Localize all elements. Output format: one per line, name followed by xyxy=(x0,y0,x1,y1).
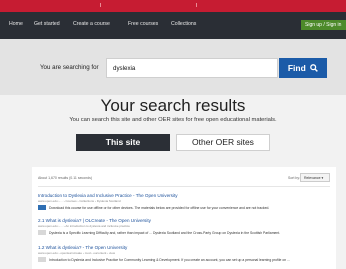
search-icon xyxy=(310,64,319,72)
nav-item-collections[interactable]: Collections xyxy=(171,21,196,27)
sort-select-value: Relevance xyxy=(304,176,321,180)
signup-button[interactable]: Sign up / Sign in xyxy=(301,20,346,30)
find-button[interactable]: Find xyxy=(279,58,327,78)
top-nav: Home Get started Create a course Free co… xyxy=(0,12,346,39)
result-thumbnail xyxy=(38,257,46,262)
result-description: Dyslexia is a Specific Learning Difficul… xyxy=(49,230,281,235)
result-thumbnail xyxy=(38,230,46,235)
header-mark xyxy=(100,3,101,7)
page-title: Your search results xyxy=(100,96,246,115)
result-item: 2.1 What is dyslexia? | OLCreate - The O… xyxy=(38,218,330,235)
download-icon xyxy=(38,205,46,210)
sort-label: Sort by: xyxy=(288,176,301,180)
find-button-label: Find xyxy=(287,63,306,73)
result-description: Introduction to Dyslexia and Inclusive P… xyxy=(49,257,290,262)
divider xyxy=(38,186,330,187)
result-url: www.open.edu › ... › Courses › Collectio… xyxy=(38,199,121,203)
header-mark xyxy=(196,3,197,7)
result-url: www.open.edu › ... › An introduction to … xyxy=(38,224,130,228)
result-item: Introduction to Dyslexia and Inclusive P… xyxy=(38,193,330,210)
search-label: You are searching for xyxy=(40,64,99,71)
result-item: 1.2 What is dyslexia? - The Open Univers… xyxy=(38,245,330,262)
sort-select[interactable]: Relevance ▾ xyxy=(300,173,330,182)
search-input[interactable] xyxy=(106,58,278,78)
nav-item-get-started[interactable]: Get started xyxy=(34,21,60,27)
result-title-link[interactable]: 2.1 What is dyslexia? | OLCreate - The O… xyxy=(38,218,330,223)
result-description: Download this course for use offline or … xyxy=(49,205,270,210)
result-title-link[interactable]: Introduction to Dyslexia and Inclusive P… xyxy=(38,193,330,198)
page-subtitle: You can search this site and other OER s… xyxy=(69,117,277,123)
result-title-link[interactable]: 1.2 What is dyslexia? - The Open Univers… xyxy=(38,245,330,250)
results-count: About 1,670 results (0.11 seconds) xyxy=(38,176,93,180)
tab-this-site[interactable]: This site xyxy=(76,134,170,151)
nav-item-home[interactable]: Home xyxy=(9,21,23,27)
brand-header-band xyxy=(0,0,346,12)
tab-other-oer-sites[interactable]: Other OER sites xyxy=(176,134,270,151)
nav-item-create-course[interactable]: Create a course xyxy=(73,21,110,27)
chevron-down-icon: ▾ xyxy=(321,176,324,180)
nav-item-free-courses[interactable]: Free courses xyxy=(128,21,158,27)
result-url: www.open.edu › openlearncreate › mod › o… xyxy=(38,251,116,255)
